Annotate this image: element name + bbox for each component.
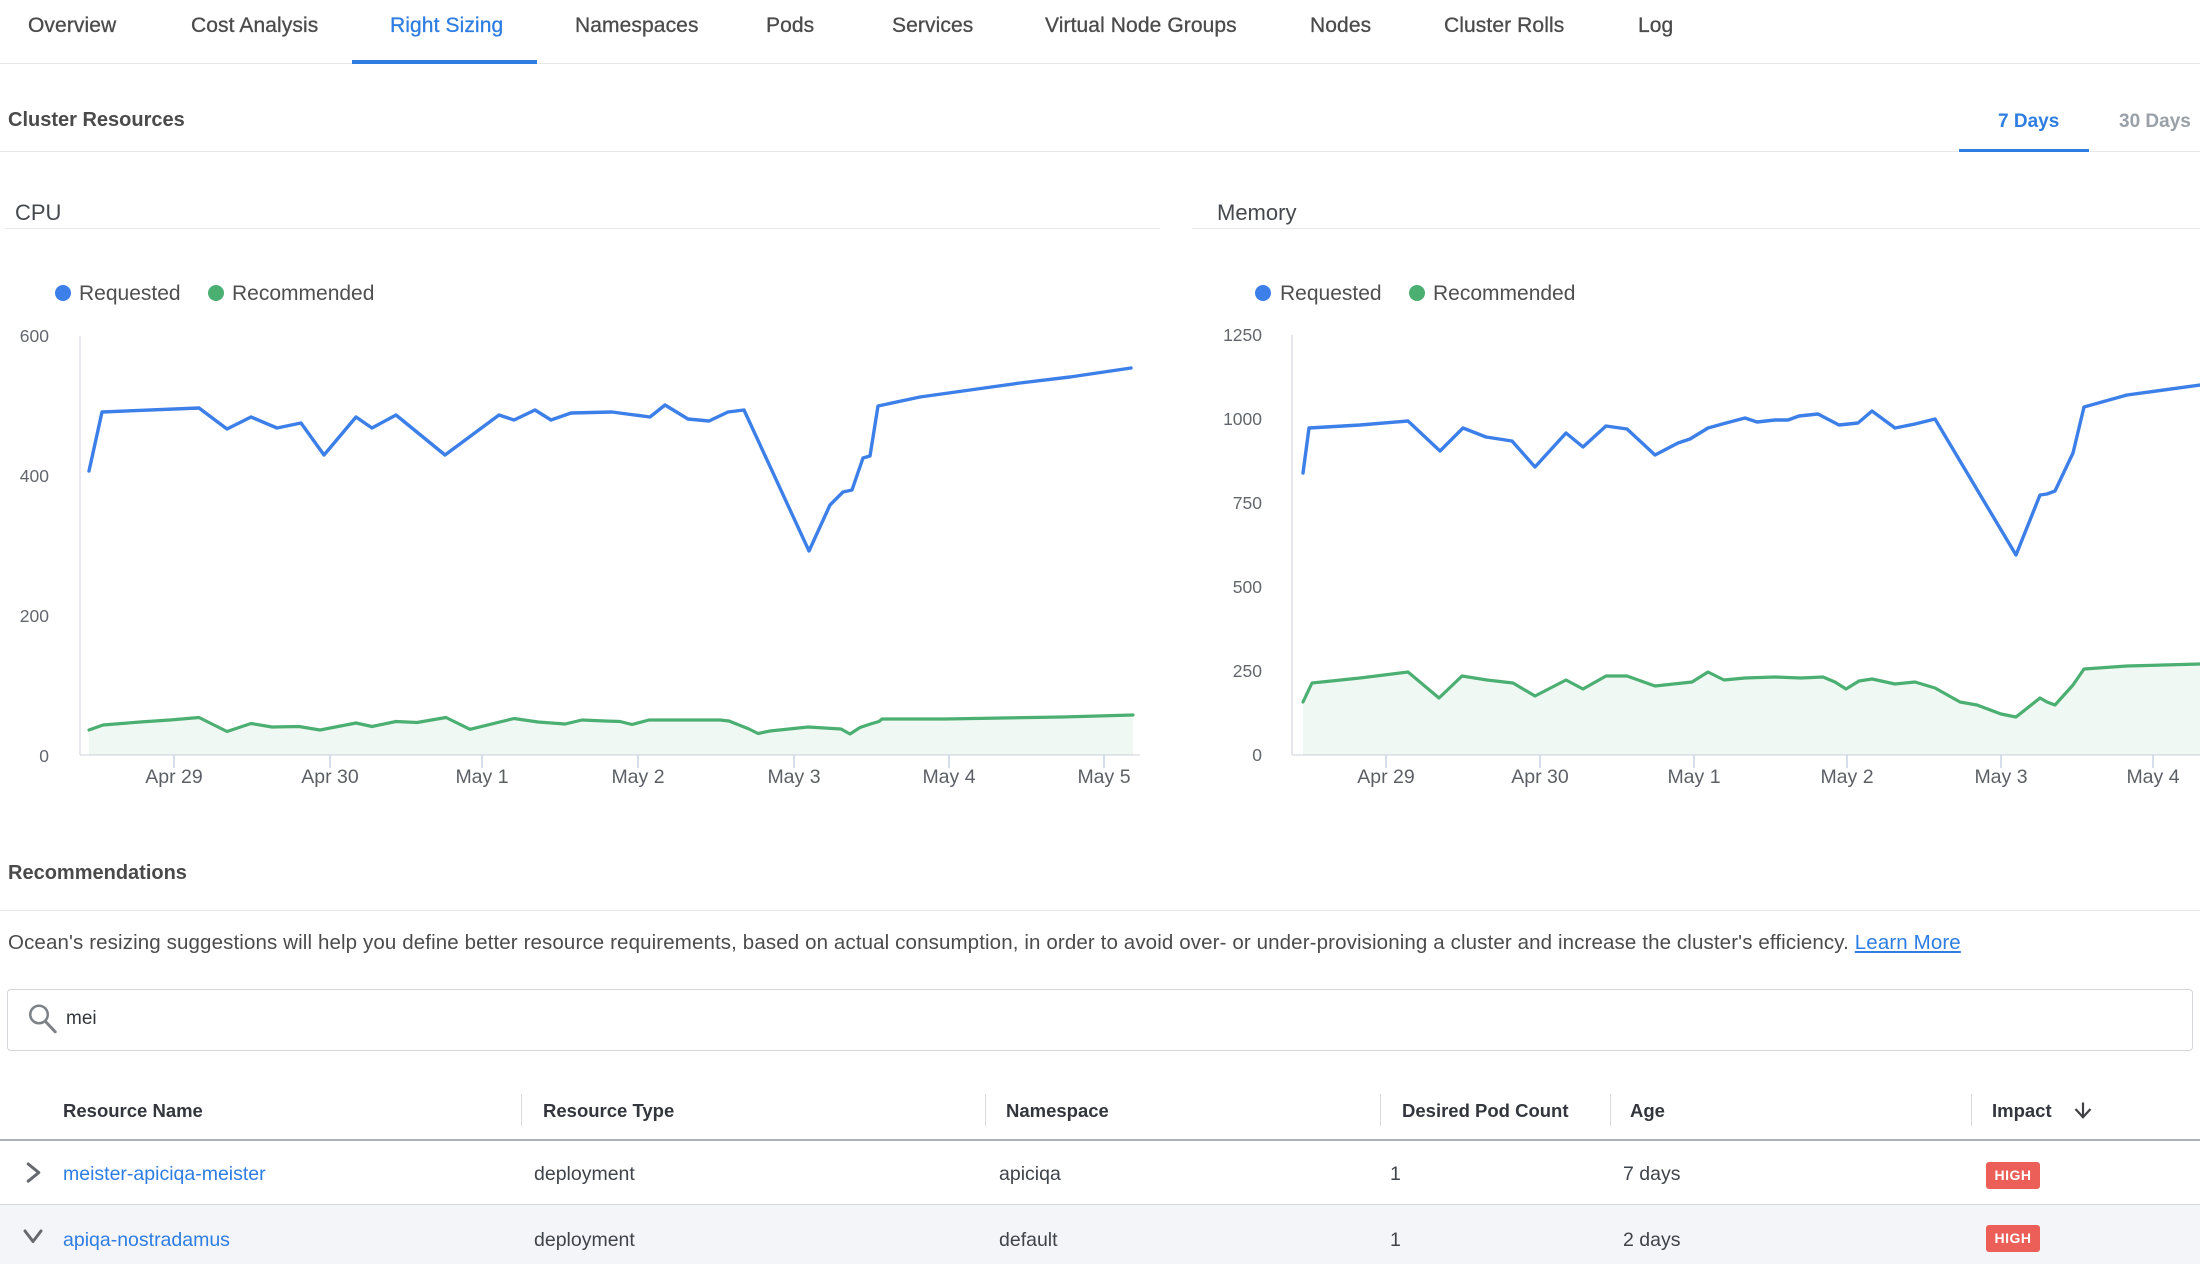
svg-text:May 4: May 4	[2126, 766, 2179, 788]
svg-text:400: 400	[20, 466, 49, 486]
svg-text:200: 200	[20, 606, 49, 626]
svg-text:May 4: May 4	[922, 766, 975, 788]
svg-text:Apr 29: Apr 29	[1357, 766, 1414, 788]
svg-text:May 2: May 2	[611, 766, 664, 788]
svg-text:0: 0	[39, 746, 49, 766]
svg-text:500: 500	[1233, 577, 1262, 597]
svg-text:May 5: May 5	[1077, 766, 1130, 788]
svg-text:May 3: May 3	[767, 766, 820, 788]
svg-text:Apr 30: Apr 30	[1511, 766, 1569, 788]
svg-text:May 2: May 2	[1820, 766, 1873, 788]
svg-text:Apr 30: Apr 30	[301, 766, 359, 788]
svg-text:May 1: May 1	[1667, 766, 1720, 788]
svg-text:250: 250	[1233, 661, 1262, 681]
svg-text:0: 0	[1252, 745, 1262, 765]
svg-text:May 3: May 3	[1974, 766, 2027, 788]
svg-text:1000: 1000	[1223, 409, 1262, 429]
svg-text:1250: 1250	[1223, 325, 1262, 345]
svg-text:Apr 29: Apr 29	[145, 766, 202, 788]
svg-text:750: 750	[1233, 493, 1262, 513]
svg-text:May 1: May 1	[455, 766, 508, 788]
svg-text:600: 600	[20, 326, 49, 346]
